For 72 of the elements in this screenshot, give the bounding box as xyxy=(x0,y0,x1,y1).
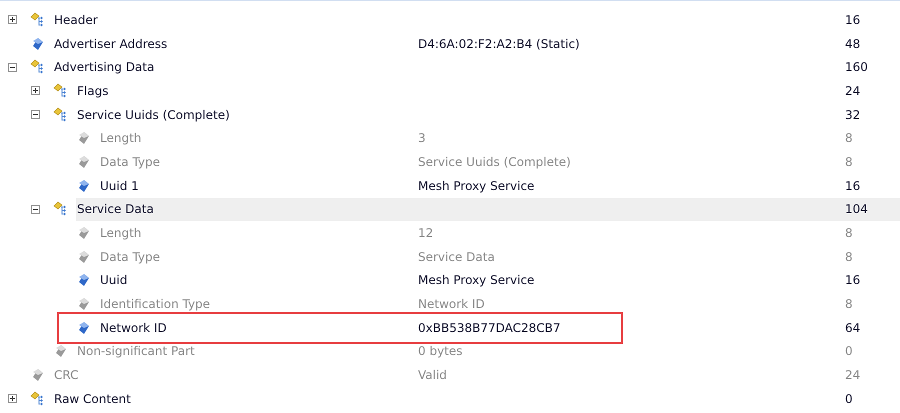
field-size: 64 xyxy=(845,320,862,335)
field-value: Service Data xyxy=(418,250,495,264)
field-name: Non-significant Part xyxy=(77,344,196,358)
collapse-icon[interactable] xyxy=(8,62,17,72)
field-size: 48 xyxy=(845,36,862,51)
field-size: 8 xyxy=(845,250,854,264)
tree-row[interactable]: Raw Content 0 xyxy=(53,387,900,411)
field-name: Uuid 1 xyxy=(100,178,140,193)
expand-icon[interactable] xyxy=(31,86,40,96)
field-name: Service Uuids (Complete) xyxy=(77,108,231,122)
field-icon xyxy=(76,225,92,242)
field-value: Mesh Proxy Service xyxy=(418,178,534,193)
tree-row[interactable]: Header 16 xyxy=(53,8,900,32)
field-name: Header xyxy=(54,12,99,27)
field-name: Service Data xyxy=(77,202,155,216)
field-size: 24 xyxy=(845,84,862,98)
tree-row[interactable]: Flags 24 xyxy=(76,79,900,103)
field-size: 0 xyxy=(845,344,854,358)
field-name: Flags xyxy=(77,84,110,98)
field-icon xyxy=(76,178,92,194)
field-size: 104 xyxy=(845,202,869,216)
field-icon xyxy=(30,367,46,384)
field-name: Advertiser Address xyxy=(54,36,168,51)
field-size: 16 xyxy=(845,178,862,193)
field-icon xyxy=(53,343,69,360)
field-name: Identification Type xyxy=(100,297,212,312)
collapse-icon[interactable] xyxy=(31,110,40,120)
tree-row[interactable]: Uuid 1 Mesh Proxy Service 16 xyxy=(99,174,900,198)
field-name: Advertising Data xyxy=(54,60,156,74)
expand-icon[interactable] xyxy=(8,394,17,404)
field-name: CRC xyxy=(54,368,80,382)
field-size: 0 xyxy=(845,392,854,406)
field-value: Network ID xyxy=(418,297,485,312)
tree-row[interactable]: Service Uuids (Complete) 32 xyxy=(76,102,900,126)
field-value: 12 xyxy=(418,226,434,240)
field-icon xyxy=(76,248,92,265)
tree-row[interactable]: Advertising Data 160 xyxy=(53,55,900,80)
field-name: Data Type xyxy=(100,154,162,169)
field-size: 24 xyxy=(845,368,862,382)
field-name: Length xyxy=(100,226,142,240)
field-value: Valid xyxy=(418,368,447,382)
field-icon xyxy=(76,296,92,312)
field-name: Network ID xyxy=(100,320,168,335)
field-size: 8 xyxy=(845,131,854,146)
field-icon xyxy=(30,36,46,52)
field-size: 160 xyxy=(845,60,869,74)
field-size: 8 xyxy=(845,154,854,169)
field-size: 16 xyxy=(845,12,862,27)
field-icon xyxy=(76,272,92,288)
tree-row[interactable]: Network ID 0xBB538B77DAC28CB7 64 xyxy=(99,316,900,340)
tree-row[interactable]: Advertiser Address D4:6A:02:F2:A2:B4 (Static) 48 xyxy=(53,32,900,56)
expand-icon[interactable] xyxy=(8,15,17,24)
field-name: Uuid xyxy=(100,273,128,288)
field-size: 8 xyxy=(845,297,854,312)
field-name: Data Type xyxy=(100,250,162,264)
field-value: Service Uuids (Complete) xyxy=(418,154,571,169)
field-name: Raw Content xyxy=(54,392,132,406)
field-value: 0 bytes xyxy=(418,344,463,358)
tree-row[interactable]: Service Data 104 xyxy=(76,198,900,222)
field-size: 32 xyxy=(845,108,862,122)
field-icon xyxy=(76,130,92,146)
field-value: D4:6A:02:F2:A2:B4 (Static) xyxy=(418,36,580,51)
field-icon xyxy=(76,320,92,336)
field-value: 0xBB538B77DAC28CB7 xyxy=(418,320,561,335)
tree-row[interactable]: Uuid Mesh Proxy Service 16 xyxy=(99,268,900,292)
field-size: 8 xyxy=(845,226,854,240)
collapse-icon[interactable] xyxy=(31,204,40,214)
field-name: Length xyxy=(100,131,142,146)
field-size: 16 xyxy=(845,273,862,288)
field-value: Mesh Proxy Service xyxy=(418,273,534,288)
field-icon xyxy=(76,154,92,170)
field-value: 3 xyxy=(418,131,426,146)
